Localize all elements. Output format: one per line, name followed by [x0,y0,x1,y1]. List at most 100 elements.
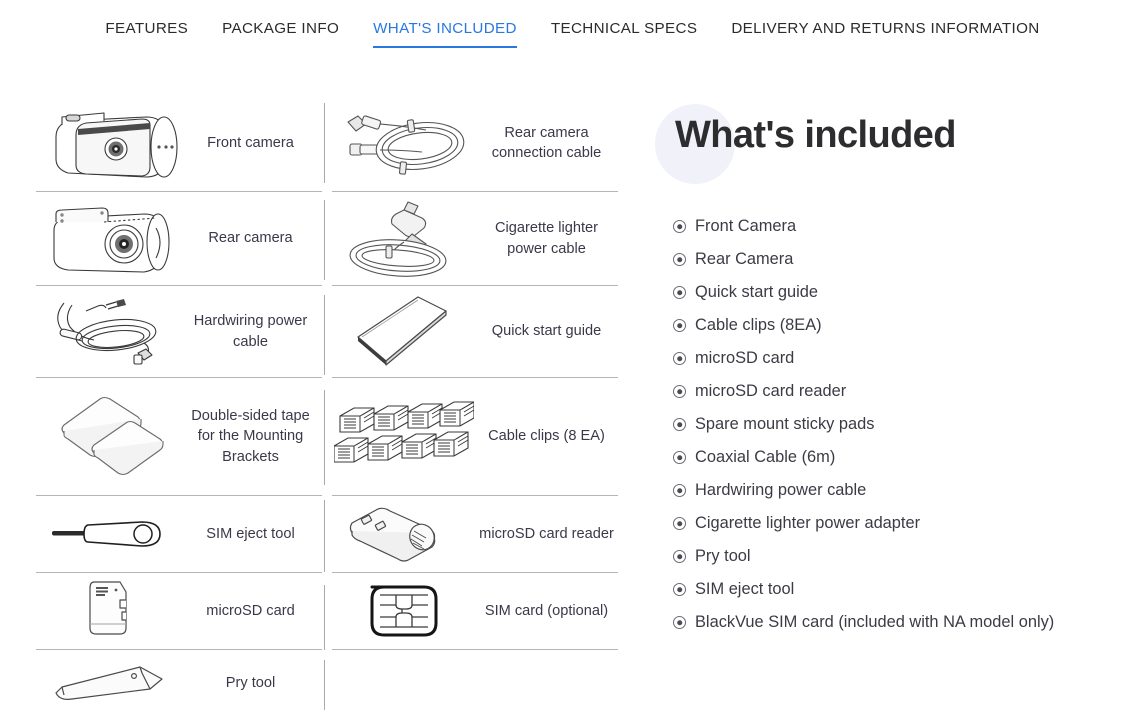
tab-whats-included[interactable]: WHAT'S INCLUDED [356,19,534,48]
divider-segment [324,660,325,710]
grid-cell-cable-clips[interactable]: Cable clips (8 EA) [332,378,618,495]
divider-segment [324,295,325,375]
tab-technical-specs[interactable]: TECHNICAL SPECS [534,19,714,39]
list-item: microSD card reader [673,375,1113,408]
cigarette-lighter-cable-icon [332,196,475,282]
rear-camera-cable-icon [332,100,475,186]
microsd-card-icon [36,576,179,646]
grid-cell-rear-camera-connection-cable[interactable]: Rear camera connection cable [332,95,618,191]
page-root: FEATURES PACKAGE INFO WHAT'S INCLUDED TE… [0,0,1145,721]
tab-delivery-returns[interactable]: DELIVERY AND RETURNS INFORMATION [714,19,1056,39]
product-tab-nav: FEATURES PACKAGE INFO WHAT'S INCLUDED TE… [0,0,1145,57]
list-item: Hardwiring power cable [673,474,1113,507]
grid-cell-label: Cigarette lighter power cable [494,220,599,257]
grid-cell-quick-start-guide[interactable]: Quick start guide [332,286,618,377]
list-item-label: BlackVue SIM card (included with NA mode… [695,613,1055,631]
whats-included-panel: What's included Front Camera Rear Camera… [655,100,1115,631]
sim-card-icon [332,581,475,641]
bullet-icon [673,385,686,398]
tab-features[interactable]: FEATURES [88,19,205,39]
divider-segment [324,390,325,485]
list-item-label: Spare mount sticky pads [695,415,875,433]
list-item: Pry tool [673,540,1113,573]
grid-cell-sim-eject-tool[interactable]: SIM eject tool [36,496,322,572]
grid-cell-label: Quick start guide [491,323,602,340]
grid-cell-pry-tool[interactable]: Pry tool [36,650,322,716]
bullet-icon [673,286,686,299]
list-item-label: Hardwiring power cable [695,481,867,499]
grid-cell-label: Rear camera [208,230,293,247]
bullet-icon [673,484,686,497]
divider-segment [324,200,325,280]
package-contents-grid: Front camera Rear camera Hardwiring powe… [36,95,618,715]
bullet-icon [673,418,686,431]
double-sided-tape-icon [36,387,179,487]
divider-segment [324,103,325,183]
grid-cell-label: microSD card [206,602,295,619]
list-item: Cigarette lighter power adapter [673,507,1113,540]
grid-cell-cigarette-lighter-power-cable[interactable]: Cigarette lighter power cable [332,192,618,285]
tab-package-info[interactable]: PACKAGE INFO [205,19,356,39]
divider-segment [324,585,325,650]
list-item: Front Camera [673,210,1113,243]
bullet-icon [673,583,686,596]
grid-cell-label: SIM card (optional) [484,602,609,619]
page-title: What's included [675,114,956,156]
list-item: Cable clips (8EA) [673,309,1113,342]
list-item-label: microSD card [695,349,795,367]
grid-cell-microsd-card[interactable]: microSD card [36,573,322,649]
pry-tool-icon [36,659,179,707]
column-divider [324,95,325,715]
grid-column-right: Rear camera connection cable Cigarette l… [332,95,618,715]
included-items-list: Front Camera Rear Camera Quick start gui… [673,210,1113,639]
list-item-label: Front Camera [695,217,797,235]
grid-cell-hardwiring-power-cable[interactable]: Hardwiring power cable [36,286,322,377]
grid-cell-sim-card[interactable]: SIM card (optional) [332,573,618,649]
grid-cell-label: microSD card reader [479,525,614,542]
list-item-label: Pry tool [695,547,751,565]
bullet-icon [673,550,686,563]
grid-cell-double-sided-tape[interactable]: Double-sided tape for the Mounting Brack… [36,378,322,495]
row-separator [332,649,618,650]
grid-cell-label: Cable clips (8 EA) [488,428,605,445]
bullet-icon [673,253,686,266]
list-item: Coaxial Cable (6m) [673,441,1113,474]
list-item-label: Coaxial Cable (6m) [695,448,836,466]
list-item: Spare mount sticky pads [673,408,1113,441]
bullet-icon [673,220,686,233]
list-item-label: SIM eject tool [695,580,795,598]
bullet-icon [673,319,686,332]
list-item-label: Cable clips (8EA) [695,316,822,334]
tab-package-info-label: PACKAGE INFO [222,19,340,37]
quick-start-guide-icon [332,291,475,373]
grid-cell-label: SIM eject tool [206,525,295,542]
bullet-icon [673,616,686,629]
grid-cell-microsd-card-reader[interactable]: microSD card reader [332,496,618,572]
tab-features-label: FEATURES [105,19,189,37]
nav-tab-list: FEATURES PACKAGE INFO WHAT'S INCLUDED TE… [88,19,1056,48]
hardwiring-power-cable-icon [36,293,179,371]
list-item: Quick start guide [673,276,1113,309]
bullet-icon [673,451,686,464]
grid-cell-label: Double-sided tape for the Mounting Brack… [191,407,310,465]
bullet-icon [673,352,686,365]
tab-technical-specs-label: TECHNICAL SPECS [550,19,698,37]
front-camera-icon [36,103,179,183]
microsd-card-reader-icon [332,501,475,567]
grid-cell-front-camera[interactable]: Front camera [36,95,322,191]
tab-whats-included-label: WHAT'S INCLUDED [373,19,517,37]
list-item: SIM eject tool [673,573,1113,606]
grid-cell-rear-camera[interactable]: Rear camera [36,192,322,285]
list-item-label: Quick start guide [695,283,818,301]
list-item-label: microSD card reader [695,382,847,400]
list-item-label: Rear Camera [695,250,794,268]
grid-cell-label: Rear camera connection cable [491,124,602,162]
bullet-icon [673,517,686,530]
grid-cell-label: Front camera [207,134,294,151]
panel-heading-wrap: What's included [655,100,1115,192]
active-tab-underline [373,45,517,48]
list-item: BlackVue SIM card (included with NA mode… [673,606,1113,639]
list-item-label: Cigarette lighter power adapter [695,514,921,532]
list-item: microSD card [673,342,1113,375]
rear-camera-icon [36,200,179,278]
